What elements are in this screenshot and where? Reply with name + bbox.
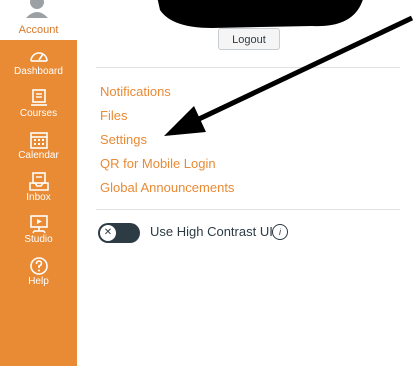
- nav-label-help: Help: [28, 276, 49, 287]
- tray-divider: [96, 67, 400, 68]
- nav-item-account[interactable]: Account: [0, 0, 77, 40]
- tray-divider-2: [96, 209, 400, 210]
- global-nav: Account Dashboard Courses Calendar Inbox…: [0, 0, 77, 366]
- studio-icon: [29, 215, 48, 234]
- nav-item-courses[interactable]: Courses: [0, 88, 77, 128]
- nav-label-calendar: Calendar: [18, 150, 59, 161]
- nav-label-dashboard: Dashboard: [14, 66, 63, 77]
- settings-link[interactable]: Settings: [100, 132, 147, 147]
- nav-item-dashboard[interactable]: Dashboard: [0, 46, 77, 86]
- dashboard-icon: [29, 52, 48, 62]
- nav-label-courses: Courses: [19, 108, 58, 119]
- courses-icon: [30, 89, 47, 106]
- nav-item-calendar[interactable]: Calendar: [0, 130, 77, 170]
- qr-mobile-login-link[interactable]: QR for Mobile Login: [100, 156, 216, 171]
- notifications-link[interactable]: Notifications: [100, 84, 171, 99]
- high-contrast-toggle[interactable]: ✕: [98, 223, 140, 243]
- info-icon[interactable]: i: [272, 224, 288, 240]
- help-icon: [29, 257, 48, 275]
- global-announcements-link[interactable]: Global Announcements: [100, 180, 234, 195]
- nav-item-studio[interactable]: Studio: [0, 214, 77, 254]
- nav-label-inbox: Inbox: [26, 192, 51, 203]
- toggle-off-icon: ✕: [100, 225, 116, 241]
- canvas-account-tray: Account Dashboard Courses Calendar Inbox…: [0, 0, 417, 366]
- calendar-icon: [29, 132, 48, 149]
- inbox-icon: [28, 172, 49, 191]
- logout-button[interactable]: Logout: [218, 28, 280, 50]
- high-contrast-label: Use High Contrast UI: [150, 224, 273, 239]
- nav-label-account: Account: [18, 24, 59, 36]
- files-link[interactable]: Files: [100, 108, 127, 123]
- nav-label-studio: Studio: [24, 234, 53, 245]
- avatar-icon: [26, 0, 48, 18]
- nav-item-help[interactable]: Help: [0, 256, 77, 296]
- nav-item-inbox[interactable]: Inbox: [0, 172, 77, 212]
